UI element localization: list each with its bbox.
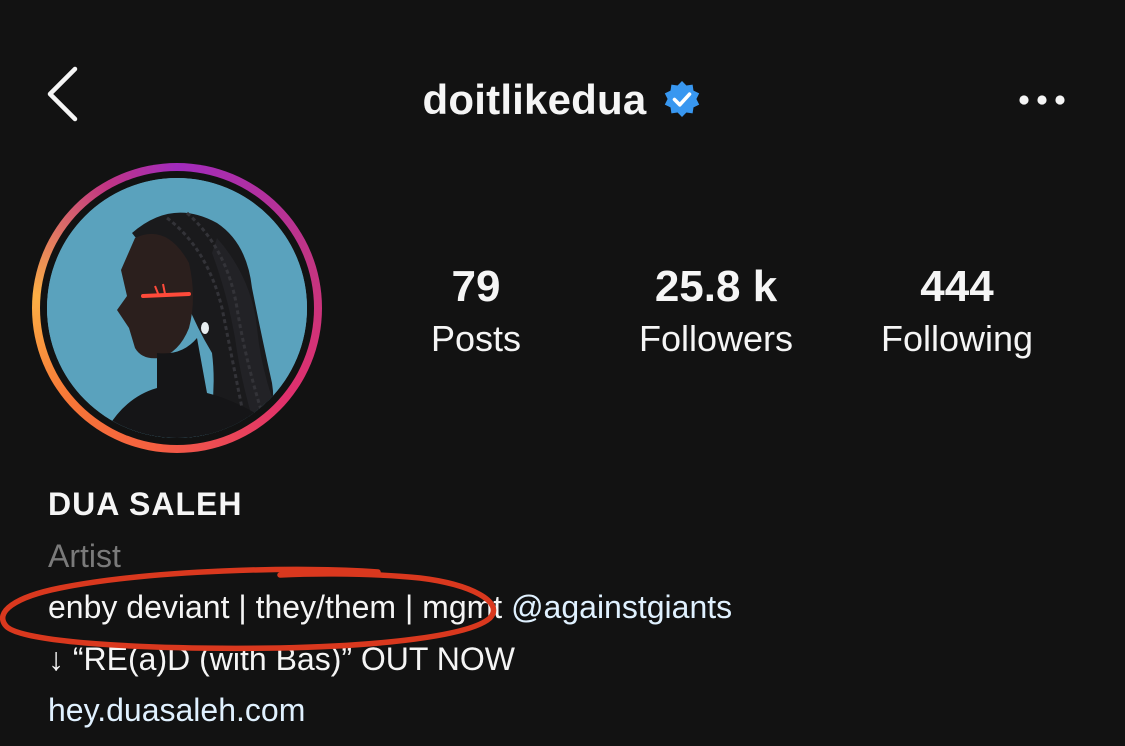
verified-badge-icon	[665, 81, 700, 117]
bio-line-2: ↓ “RE(a)D (with Bas)” OUT NOW	[48, 641, 515, 677]
posts-count: 79	[451, 262, 501, 311]
bio-text: enby deviant | they/them | mgmt	[48, 589, 512, 625]
more-options-button[interactable]	[1012, 76, 1072, 124]
more-horizontal-icon	[1019, 95, 1065, 105]
website-link[interactable]: hey.duasaleh.com	[48, 692, 305, 729]
profile-photo	[47, 178, 307, 438]
username-title[interactable]: doitlikedua	[423, 76, 647, 124]
stat-followers[interactable]: 25.8 k Followers	[618, 258, 814, 368]
profile-category: Artist	[48, 538, 121, 574]
stat-following[interactable]: 444 Following	[862, 258, 1052, 368]
profile-header: doitlikedua	[0, 70, 1125, 130]
following-count: 444	[920, 262, 994, 311]
posts-label: Posts	[430, 318, 522, 359]
display-name: DUA SALEH	[48, 486, 243, 522]
story-avatar[interactable]	[32, 163, 322, 453]
following-label: Following	[880, 318, 1034, 359]
stat-posts[interactable]: 79 Posts	[408, 258, 544, 368]
avatar	[47, 178, 307, 438]
followers-label: Followers	[638, 318, 794, 359]
mention-link[interactable]: @againstgiants	[511, 589, 732, 625]
bio-line-1: enby deviant | they/them | mgmt @against…	[48, 589, 732, 626]
followers-count: 25.8 k	[654, 262, 778, 311]
